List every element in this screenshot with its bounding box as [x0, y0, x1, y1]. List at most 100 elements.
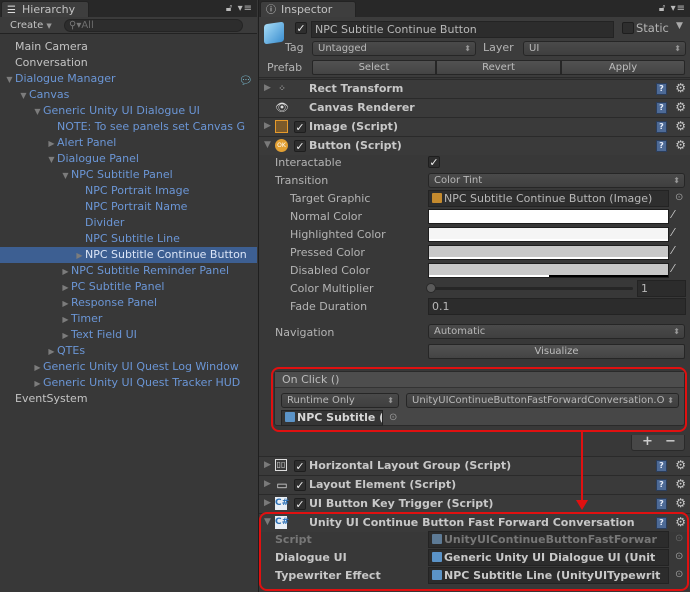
active-checkbox[interactable]: ✓ [295, 22, 307, 34]
hierarchy-item[interactable]: NPC Portrait Image [0, 183, 257, 199]
object-picker-icon[interactable]: ⊙ [675, 192, 683, 203]
component-image[interactable]: ▶ ✓ Image (Script) ? ⚙ [259, 117, 690, 136]
help-book-icon[interactable]: ? [656, 517, 667, 529]
add-listener-button[interactable]: + [642, 434, 653, 449]
collapse-arrow-icon[interactable]: ▼ [264, 517, 271, 527]
prefab-select-button[interactable]: Select [312, 60, 436, 75]
hierarchy-item[interactable]: ▶ Response Panel [0, 295, 257, 311]
inspector-tab-menu[interactable]: 🔓︎ ▾≡ [659, 3, 686, 14]
help-book-icon[interactable]: ? [656, 498, 667, 510]
help-book-icon[interactable]: ? [656, 83, 667, 95]
lock-icon[interactable]: 🔓︎ [659, 3, 666, 14]
navigation-dropdown[interactable]: Automatic ⬍ [428, 324, 685, 339]
color-multiplier-slider-handle[interactable] [426, 283, 436, 293]
menu-icon[interactable]: ▾≡ [238, 3, 253, 14]
color-multiplier-slider-track[interactable] [431, 287, 633, 290]
collapse-arrow-icon[interactable]: ▼ [18, 88, 29, 103]
expand-arrow-icon[interactable]: ▶ [60, 328, 71, 343]
hierarchy-item[interactable]: NPC Portrait Name [0, 199, 257, 215]
gameobject-cube-icon[interactable] [264, 21, 284, 45]
highlighted-color-swatch[interactable] [428, 227, 669, 242]
hierarchy-item[interactable]: ▼ NPC Subtitle Panel [0, 167, 257, 183]
function-dropdown[interactable]: UnityUIContinueButtonFastForwardConversa… [406, 393, 679, 408]
runtime-mode-dropdown[interactable]: Runtime Only ⬍ [281, 393, 399, 408]
hierarchy-item[interactable]: ▶ Generic Unity UI Quest Tracker HUD [0, 375, 257, 391]
visualize-button[interactable]: Visualize [428, 344, 685, 359]
expand-arrow-icon[interactable]: ▶ [264, 460, 271, 470]
gear-icon[interactable]: ⚙ [675, 100, 686, 114]
dialogue-ui-field[interactable]: Generic Unity UI Dialogue UI (Unit [428, 549, 669, 566]
prefab-apply-button[interactable]: Apply [561, 60, 685, 75]
gear-icon[interactable]: ⚙ [675, 515, 686, 529]
prefab-revert-button[interactable]: Revert [436, 60, 561, 75]
expand-arrow-icon[interactable]: ▶ [264, 121, 271, 131]
hierarchy-item[interactable]: NPC Subtitle Line [0, 231, 257, 247]
component-canvas-renderer[interactable]: 👁︎ Canvas Renderer ? ⚙ [259, 98, 690, 117]
menu-icon[interactable]: ▾≡ [671, 3, 686, 14]
eyedropper-icon[interactable]: ⁄ [672, 262, 674, 275]
expand-arrow-icon[interactable]: ▶ [60, 312, 71, 327]
hierarchy-item[interactable]: ▶ NPC Subtitle Continue Button [0, 247, 257, 263]
hierarchy-item[interactable]: Main Camera [0, 39, 257, 55]
hierarchy-item[interactable]: Divider [0, 215, 257, 231]
static-checkbox[interactable] [622, 22, 634, 34]
help-book-icon[interactable]: ? [656, 121, 667, 133]
hierarchy-search-input[interactable]: ⚲▾All [64, 19, 243, 32]
hierarchy-item[interactable]: ▶ PC Subtitle Panel [0, 279, 257, 295]
gear-icon[interactable]: ⚙ [675, 138, 686, 152]
hierarchy-item[interactable]: ▶ Timer [0, 311, 257, 327]
expand-arrow-icon[interactable]: ▶ [32, 376, 43, 391]
hierarchy-item[interactable]: ▶ Alert Panel [0, 135, 257, 151]
expand-arrow-icon[interactable]: ▶ [264, 479, 271, 489]
component-enabled-checkbox[interactable]: ✓ [294, 121, 306, 133]
expand-arrow-icon[interactable]: ▶ [46, 344, 57, 359]
component-ui-button-key-trigger[interactable]: ▶ C# ✓ UI Button Key Trigger (Script) ? … [259, 494, 690, 513]
lock-icon[interactable]: 🔓︎ [226, 3, 233, 14]
gear-icon[interactable]: ⚙ [675, 496, 686, 510]
target-graphic-field[interactable]: NPC Subtitle Continue Button (Image) [428, 190, 669, 207]
component-continue-button-fast-forward[interactable]: ▼ C# Unity UI Continue Button Fast Forwa… [259, 513, 690, 532]
expand-arrow-icon[interactable]: ▶ [264, 498, 271, 508]
gear-icon[interactable]: ⚙ [675, 477, 686, 491]
component-enabled-checkbox[interactable]: ✓ [294, 498, 306, 510]
expand-arrow-icon[interactable]: ▶ [60, 280, 71, 295]
hierarchy-tab-menu[interactable]: 🔓︎ ▾≡ [226, 3, 253, 14]
object-picker-icon[interactable]: ⊙ [389, 412, 397, 423]
collapse-arrow-icon[interactable]: ▼ [60, 168, 71, 183]
component-enabled-checkbox[interactable]: ✓ [294, 140, 306, 152]
create-dropdown[interactable]: Create ▼ [4, 18, 57, 33]
transition-dropdown[interactable]: Color Tint ⬍ [428, 173, 685, 188]
expand-arrow-icon[interactable]: ▶ [32, 360, 43, 375]
hierarchy-item[interactable]: ▼ Dialogue Panel [0, 151, 257, 167]
layer-dropdown[interactable]: UI ⬍ [523, 41, 686, 56]
collapse-arrow-icon[interactable]: ▼ [4, 72, 15, 87]
typewriter-effect-field[interactable]: NPC Subtitle Line (UnityUITypewrit [428, 567, 669, 584]
remove-listener-button[interactable]: − [665, 434, 676, 449]
help-book-icon[interactable]: ? [656, 102, 667, 114]
static-dropdown-arrow[interactable]: ▼ [676, 21, 683, 31]
eyedropper-icon[interactable]: ⁄ [672, 208, 674, 221]
collapse-arrow-icon[interactable]: ▼ [32, 104, 43, 119]
component-layout-element[interactable]: ▶ ▭ ✓ Layout Element (Script) ? ⚙ [259, 475, 690, 494]
collapse-arrow-icon[interactable]: ▼ [264, 140, 271, 150]
component-rect-transform[interactable]: ▶ ⁘ Rect Transform ? ⚙ [259, 79, 690, 98]
component-horizontal-layout-group[interactable]: ▶ ▯▯ ✓ Horizontal Layout Group (Script) … [259, 456, 690, 475]
gear-icon[interactable]: ⚙ [675, 458, 686, 472]
expand-arrow-icon[interactable]: ▶ [46, 136, 57, 151]
inspector-tab[interactable]: ⓘ Inspector [260, 1, 356, 17]
hierarchy-item[interactable]: ▶ NPC Subtitle Reminder Panel [0, 263, 257, 279]
hierarchy-tab[interactable]: ☰ Hierarchy [1, 1, 89, 17]
hierarchy-item[interactable]: EventSystem [0, 391, 257, 407]
gear-icon[interactable]: ⚙ [675, 119, 686, 133]
hierarchy-item[interactable]: NOTE: To see panels set Canvas G [0, 119, 257, 135]
eyedropper-icon[interactable]: ⁄ [672, 226, 674, 239]
hierarchy-item[interactable]: Conversation [0, 55, 257, 71]
component-enabled-checkbox[interactable]: ✓ [294, 479, 306, 491]
expand-arrow-icon[interactable]: ▶ [74, 248, 85, 263]
eyedropper-icon[interactable]: ⁄ [672, 244, 674, 257]
object-name-input[interactable]: NPC Subtitle Continue Button [311, 21, 614, 38]
object-picker-icon[interactable]: ⊙ [675, 551, 683, 562]
component-button[interactable]: ▼ OK ✓ Button (Script) ? ⚙ [259, 136, 690, 155]
pressed-color-swatch[interactable] [428, 245, 669, 260]
hierarchy-item[interactable]: ▶ QTEs [0, 343, 257, 359]
